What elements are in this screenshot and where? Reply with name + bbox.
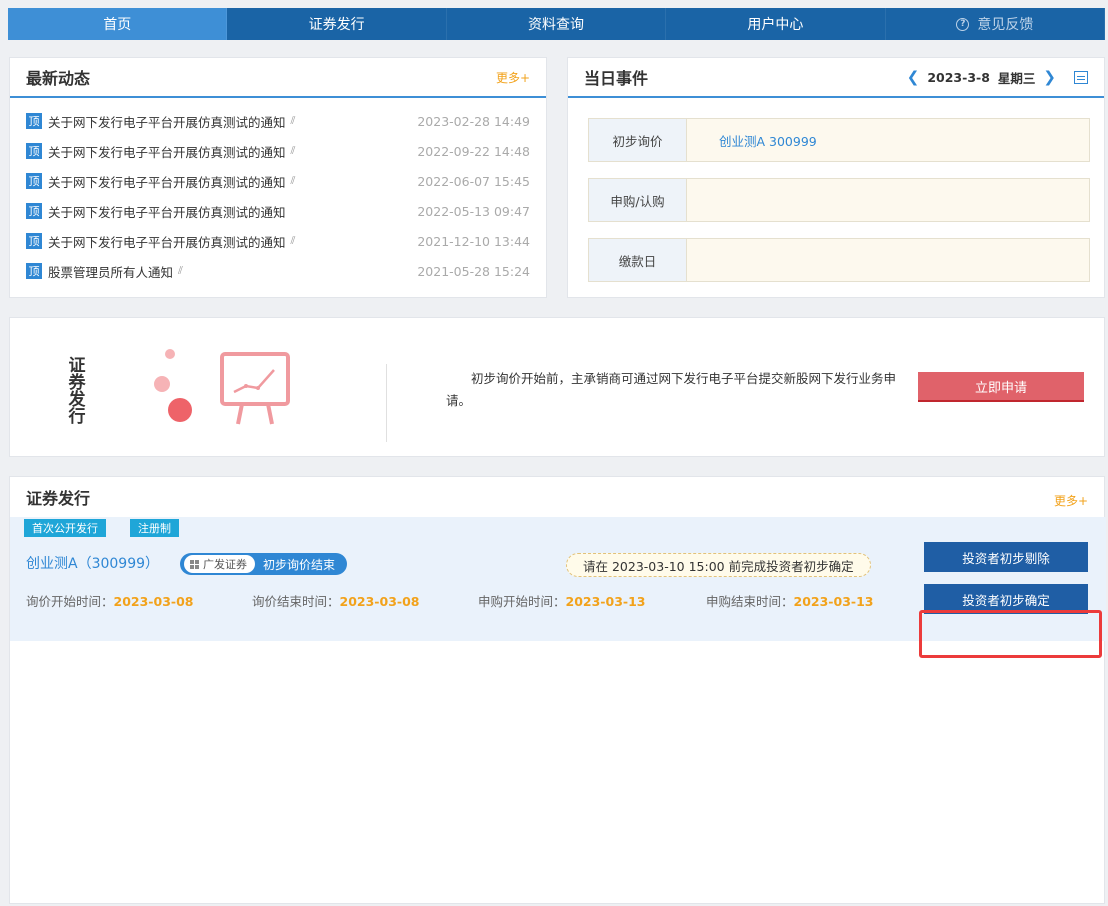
news-item-date: 2021-12-10 13:44 (417, 233, 530, 249)
time-item: 询价结束时间：2023-03-08 (252, 591, 419, 610)
time-label: 询价开始时间： (26, 594, 114, 609)
time-item: 询价开始时间：2023-03-08 (26, 591, 193, 610)
event-label: 申购/认购 (589, 179, 687, 221)
news-title: 最新动态 (26, 69, 91, 88)
tab-feedback[interactable]: ? 意见反馈 (886, 8, 1106, 40)
time-item: 申购开始时间：2023-03-13 (478, 591, 645, 610)
banner-text: 初步询价开始前，主承销商可通过网下发行电子平台提交新股网下发行业务申请。 (446, 371, 897, 408)
news-item[interactable]: 顶 关于网下发行电子平台开展仿真测试的通知 ⫽ 2021-12-10 13:44 (26, 226, 530, 256)
broker-badge: 广发证券 (184, 555, 255, 573)
tab-data-query[interactable]: 资料查询 (447, 8, 667, 40)
news-item-date: 2022-06-07 15:45 (417, 173, 530, 189)
attachment-icon: ⫽ (290, 114, 296, 127)
pinned-badge: 顶 (26, 113, 42, 129)
tag-registration: 注册制 (130, 519, 179, 537)
question-icon: ? (956, 17, 970, 31)
latest-news-panel: 最新动态 更多+ 顶 关于网下发行电子平台开展仿真测试的通知 ⫽ 2023-02… (9, 57, 547, 298)
event-label: 缴款日 (589, 239, 687, 281)
news-item-date: 2023-02-28 14:49 (417, 113, 530, 129)
tag-ipo: 首次公开发行 (24, 519, 106, 537)
time-item: 申购结束时间：2023-03-13 (706, 591, 873, 610)
news-item-date: 2021-05-28 15:24 (417, 263, 530, 279)
broker-name: 广发证券 (203, 558, 247, 571)
grid-icon (190, 559, 199, 569)
pinned-badge: 顶 (26, 173, 42, 189)
event-row-payment: 缴款日 (588, 238, 1090, 282)
pinned-badge: 顶 (26, 263, 42, 279)
news-item[interactable]: 顶 关于网下发行电子平台开展仿真测试的通知 ⫽ 2022-06-07 15:45 (26, 166, 530, 196)
attachment-icon: ⫽ (290, 144, 296, 157)
attachment-icon: ⫽ (290, 234, 296, 247)
news-item-title[interactable]: 关于网下发行电子平台开展仿真测试的通知 (48, 112, 286, 131)
event-weekday: 星期三 (997, 70, 1036, 86)
date-navigator: ❮ 2023-3-8 星期三 ❯ (899, 68, 1088, 87)
news-item-title[interactable]: 关于网下发行电子平台开展仿真测试的通知 (48, 232, 286, 251)
news-list: 顶 关于网下发行电子平台开展仿真测试的通知 ⫽ 2023-02-28 14:49… (10, 98, 546, 286)
time-label: 询价结束时间： (252, 594, 340, 609)
news-item-date: 2022-05-13 09:47 (417, 203, 530, 219)
calendar-icon[interactable] (1074, 70, 1088, 84)
news-item-title[interactable]: 关于网下发行电子平台开展仿真测试的通知 (48, 202, 286, 221)
time-value: 2023-03-08 (339, 594, 420, 609)
events-title: 当日事件 (584, 69, 649, 88)
today-events-panel: 当日事件 ❮ 2023-3-8 星期三 ❯ 初步询价 创业测A 300999 申… (567, 57, 1105, 298)
time-value: 2023-03-13 (793, 594, 874, 609)
news-item[interactable]: 顶 关于网下发行电子平台开展仿真测试的通知 ⫽ 2023-02-28 14:49 (26, 106, 530, 136)
news-item[interactable]: 顶 关于网下发行电子平台开展仿真测试的通知 ⫽ 2022-09-22 14:48 (26, 136, 530, 166)
events-header: 当日事件 ❮ 2023-3-8 星期三 ❯ (568, 58, 1104, 98)
event-row-subscription: 申购/认购 (588, 178, 1090, 222)
issue-title: 证券发行 (26, 489, 91, 508)
issuance-banner: 证券发行 初步询价开始前，主承销商可通过网下发行电子平台提交新股网下发行业务申请… (9, 317, 1105, 457)
deadline-notice: 请在 2023-03-10 15:00 前完成投资者初步确定 (566, 553, 871, 577)
pinned-badge: 顶 (26, 233, 42, 249)
attachment-icon: ⫽ (178, 264, 183, 277)
banner-divider (386, 364, 387, 442)
highlight-box (919, 610, 1102, 658)
event-value[interactable]: 创业测A 300999 (687, 119, 1089, 161)
news-item-date: 2022-09-22 14:48 (417, 143, 530, 159)
tab-user-center[interactable]: 用户中心 (666, 8, 886, 40)
prev-day-icon[interactable]: ❮ (899, 68, 928, 86)
news-item[interactable]: 顶 股票管理员所有人通知 ⫽ 2021-05-28 15:24 (26, 256, 530, 286)
time-value: 2023-03-13 (565, 594, 646, 609)
apply-now-button[interactable]: 立即申请 (918, 372, 1084, 402)
news-item-title[interactable]: 股票管理员所有人通知 (48, 262, 173, 281)
time-value: 2023-03-08 (113, 594, 194, 609)
banner-title: 证券发行 (68, 356, 86, 427)
event-value (687, 179, 1089, 221)
event-value (687, 239, 1089, 281)
tab-home[interactable]: 首页 (8, 8, 228, 40)
securities-issuance-panel: 证券发行 更多+ 首次公开发行 注册制 创业测A（300999） 广发证券 初步… (9, 476, 1106, 904)
next-day-icon[interactable]: ❯ (1035, 68, 1064, 86)
event-row-inquiry: 初步询价 创业测A 300999 (588, 118, 1090, 162)
time-label: 申购结束时间： (706, 594, 794, 609)
pinned-badge: 顶 (26, 143, 42, 159)
pinned-badge: 顶 (26, 203, 42, 219)
top-nav: 首页 证券发行 资料查询 用户中心 ? 意见反馈 (8, 8, 1106, 40)
feedback-label: 意见反馈 (977, 17, 1034, 33)
tab-securities-issuance[interactable]: 证券发行 (227, 8, 447, 40)
news-item-title[interactable]: 关于网下发行电子平台开展仿真测试的通知 (48, 172, 286, 191)
investor-preliminary-exclude-button[interactable]: 投资者初步剔除 (924, 542, 1088, 572)
issue-more-link[interactable]: 更多+ (1054, 492, 1088, 509)
status-text: 初步询价结束 (263, 557, 336, 572)
event-date: 2023-3-8 (927, 69, 990, 85)
issue-card: 首次公开发行 注册制 创业测A（300999） 广发证券 初步询价结束 请在 2… (10, 517, 1106, 658)
news-item-title[interactable]: 关于网下发行电子平台开展仿真测试的通知 (48, 142, 286, 161)
status-pill: 广发证券 初步询价结束 (180, 553, 348, 575)
news-header: 最新动态 更多+ (10, 58, 546, 98)
event-label: 初步询价 (589, 119, 687, 161)
issuance-illustration-icon (154, 349, 290, 425)
issue-header: 证券发行 更多+ (10, 477, 1104, 517)
time-label: 申购开始时间： (478, 594, 566, 609)
news-item[interactable]: 顶 关于网下发行电子平台开展仿真测试的通知 2022-05-13 09:47 (26, 196, 530, 226)
attachment-icon: ⫽ (290, 174, 296, 187)
stock-name[interactable]: 创业测A（300999） (26, 553, 159, 573)
news-more-link[interactable]: 更多+ (496, 69, 530, 86)
